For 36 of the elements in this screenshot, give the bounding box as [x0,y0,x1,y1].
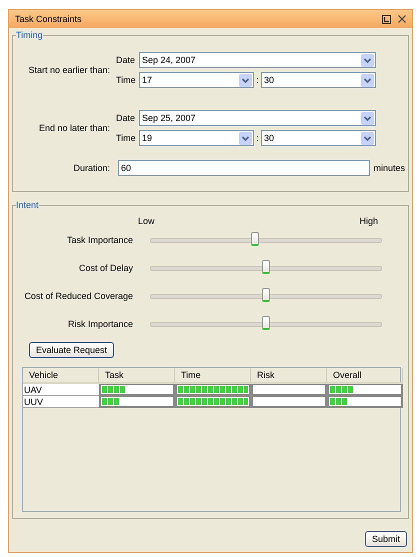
minute-combo-box[interactable]: 30 [261,130,376,146]
time-separator: : [255,75,260,85]
table-cell: UAV [23,384,99,396]
slider-label: Risk Importance [66,319,133,329]
hour-combo-box[interactable]: 17 [139,72,254,88]
unit-label: minutes [373,163,405,173]
evaluate-request-button[interactable]: Evaluate Request [29,342,114,358]
date-label: Date [116,113,136,123]
constraint-label: End no later than: [38,123,110,133]
close-icon[interactable] [398,15,406,23]
slider-thumb[interactable] [262,260,270,274]
panel-title: Timing [16,30,43,40]
constraint-label: Start no earlier than: [27,65,110,75]
time-label: Time [116,75,137,85]
panel-title: Intent [16,200,39,210]
duration-field[interactable]: 60 [118,160,370,176]
slider-label: Cost of Reduced Coverage [23,291,133,301]
slider-label: Task Importance [66,235,133,245]
slider-thumb[interactable] [262,288,270,302]
time-separator: : [255,133,260,143]
date-label: Date [116,55,136,65]
slider-thumb[interactable] [250,232,258,246]
scale-low-label: Low [138,216,155,226]
slider-thumb[interactable] [262,316,270,330]
duration-label: Duration: [72,163,110,173]
window-title: Task Constraints [15,14,82,24]
hour-combo-box[interactable]: 19 [139,130,254,146]
date-combo-box[interactable]: Sep 24, 2007 [139,52,376,68]
time-label: Time [116,133,137,143]
scale-high-label: High [359,216,378,226]
restore-icon[interactable] [382,14,391,24]
date-combo-box[interactable]: Sep 25, 2007 [139,110,376,126]
table-cell: UUV [23,396,99,408]
submit-button[interactable]: Submit [364,531,407,547]
slider-label: Cost of Delay [78,263,133,273]
minute-combo-box[interactable]: 30 [261,72,376,88]
